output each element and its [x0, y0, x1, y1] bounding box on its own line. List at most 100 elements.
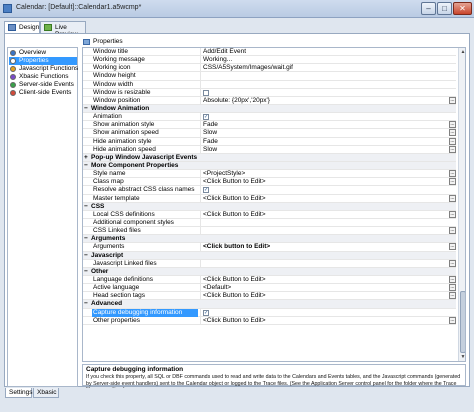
property-category[interactable]: − Window Animation: [83, 104, 456, 114]
expand-collapse-icon[interactable]: −: [84, 162, 91, 170]
edit-button[interactable]: ...: [449, 284, 456, 292]
property-row[interactable]: Show animation speed Slow...: [83, 129, 456, 138]
property-category[interactable]: − Javascript: [83, 251, 456, 260]
property-value[interactable]: ✓: [200, 186, 446, 195]
edit-button[interactable]: ...: [449, 275, 456, 283]
expand-collapse-icon[interactable]: −: [84, 203, 91, 211]
property-row[interactable]: Active language <Default>...: [83, 284, 456, 293]
property-row[interactable]: Working message Working...: [83, 56, 456, 65]
property-value[interactable]: [200, 88, 446, 97]
property-row[interactable]: Arguments <Click button to Edit>...: [83, 243, 456, 252]
property-value[interactable]: Slow: [200, 145, 446, 154]
sidebar-item-client-side-events[interactable]: Client-side Events: [9, 89, 77, 97]
property-value[interactable]: Absolute: {20px','20px'}: [200, 96, 446, 105]
expand-collapse-icon[interactable]: −: [84, 300, 91, 308]
sidebar-item-properties[interactable]: Properties: [9, 57, 77, 65]
property-category[interactable]: − Advanced: [83, 300, 456, 309]
maximize-button[interactable]: □: [437, 2, 452, 15]
property-checkbox[interactable]: ✓: [203, 187, 209, 194]
property-checkbox[interactable]: [203, 89, 209, 96]
expand-collapse-icon[interactable]: −: [84, 252, 91, 260]
property-value[interactable]: <ProjectStyle>: [200, 170, 446, 179]
property-row[interactable]: Resolve abstract CSS class names ✓: [83, 186, 456, 195]
property-value[interactable]: Add/Edit Event: [200, 48, 446, 56]
expand-collapse-icon[interactable]: −: [84, 235, 91, 243]
property-value[interactable]: <Click button to Edit>: [200, 243, 446, 252]
property-row[interactable]: Local CSS definitions <Click Button to Ed…: [83, 210, 456, 219]
property-value[interactable]: [200, 259, 446, 268]
property-value[interactable]: <Click Button to Edit>: [200, 178, 446, 187]
vertical-scrollbar[interactable]: ▲ ▼: [458, 48, 465, 361]
property-row[interactable]: Show animation style Fade...: [83, 121, 456, 130]
property-row[interactable]: Additional component styles: [83, 218, 456, 228]
property-value[interactable]: Fade: [200, 121, 446, 130]
property-value[interactable]: [200, 72, 446, 81]
scroll-down-arrow[interactable]: ▼: [459, 353, 465, 361]
tab-xbasic[interactable]: Xbasic: [33, 388, 59, 398]
tab-settings[interactable]: Settings: [5, 388, 33, 398]
property-row[interactable]: Window is resizable: [83, 88, 456, 97]
property-row[interactable]: Window width: [83, 80, 456, 89]
property-row[interactable]: Other properties <Click Button to Edit>..…: [83, 316, 456, 325]
tab-live-preview[interactable]: Live Preview: [40, 21, 86, 38]
sidebar-item-xbasic-functions[interactable]: Xbasic Functions: [9, 73, 77, 81]
edit-button[interactable]: ...: [449, 243, 456, 251]
property-row[interactable]: CSS Linked files...: [83, 227, 456, 236]
edit-button[interactable]: ...: [449, 316, 456, 324]
property-row[interactable]: Capture debugging information ✓: [83, 308, 456, 317]
minimize-button[interactable]: –: [421, 2, 436, 15]
property-checkbox[interactable]: ✓: [203, 309, 209, 316]
edit-button[interactable]: ...: [449, 194, 456, 202]
property-value[interactable]: [200, 218, 446, 227]
property-value[interactable]: Fade: [200, 137, 446, 146]
property-value[interactable]: <Click Button to Edit>: [200, 292, 446, 301]
property-checkbox[interactable]: ✓: [203, 114, 209, 121]
property-value[interactable]: <Click Button to Edit>: [200, 210, 446, 219]
property-row[interactable]: Animation ✓: [83, 113, 456, 122]
edit-button[interactable]: ...: [449, 170, 456, 178]
property-category[interactable]: + Pop-up Window Javascript Events: [83, 153, 456, 162]
property-value[interactable]: ✓: [200, 113, 446, 122]
edit-button[interactable]: ...: [449, 178, 456, 186]
expand-collapse-icon[interactable]: −: [84, 105, 91, 113]
property-category[interactable]: − CSS: [83, 202, 456, 211]
property-category[interactable]: − More Component Properties: [83, 161, 456, 171]
property-row[interactable]: Window height: [83, 72, 456, 81]
close-button[interactable]: ✕: [453, 2, 472, 15]
expand-collapse-icon[interactable]: −: [84, 268, 91, 276]
property-value[interactable]: Slow: [200, 129, 446, 138]
sidebar-item-javascript-functions[interactable]: Javascript Functions: [9, 65, 78, 73]
property-row[interactable]: Class map <Click Button to Edit>...: [83, 178, 456, 187]
scroll-thumb[interactable]: [460, 291, 465, 353]
property-value[interactable]: [200, 80, 446, 89]
edit-button[interactable]: ...: [449, 121, 456, 129]
edit-button[interactable]: ...: [449, 227, 456, 235]
property-row[interactable]: Style name <ProjectStyle>...: [83, 170, 456, 179]
property-row[interactable]: Head section tags <Click Button to Edit>.…: [83, 292, 456, 301]
edit-button[interactable]: ...: [449, 129, 456, 137]
property-row[interactable]: Master template <Click Button to Edit>...: [83, 194, 456, 203]
edit-button[interactable]: ...: [449, 96, 456, 104]
property-row[interactable]: Hide animation style Fade...: [83, 137, 456, 146]
scroll-up-arrow[interactable]: ▲: [459, 48, 465, 56]
property-value[interactable]: <Click Button to Edit>: [200, 316, 446, 325]
property-row[interactable]: Window title Add/Edit Event: [83, 48, 456, 57]
property-row[interactable]: Working icon CSS/A5System/Images/wait.gif: [83, 64, 456, 73]
sidebar-item-server-side-events[interactable]: Server-side Events: [9, 81, 77, 89]
edit-button[interactable]: ...: [449, 137, 456, 145]
property-value[interactable]: CSS/A5System/Images/wait.gif: [200, 64, 446, 73]
property-row[interactable]: Window position Absolute: {20px','20px'}.…: [83, 96, 456, 105]
property-row[interactable]: Hide animation speed Slow...: [83, 145, 456, 154]
edit-button[interactable]: ...: [449, 210, 456, 218]
edit-button[interactable]: ...: [449, 292, 456, 300]
property-row[interactable]: Javascript Linked files...: [83, 259, 456, 268]
sidebar-item-overview[interactable]: Overview: [9, 49, 77, 57]
property-value[interactable]: <Click Button to Edit>: [200, 194, 446, 203]
property-category[interactable]: − Other: [83, 267, 456, 276]
property-value[interactable]: Working...: [200, 56, 446, 65]
property-category[interactable]: − Arguments: [83, 235, 456, 244]
expand-collapse-icon[interactable]: +: [84, 154, 91, 162]
edit-button[interactable]: ...: [449, 145, 456, 153]
property-value[interactable]: <Click Button to Edit>: [200, 275, 446, 284]
property-value[interactable]: ✓: [200, 308, 446, 317]
